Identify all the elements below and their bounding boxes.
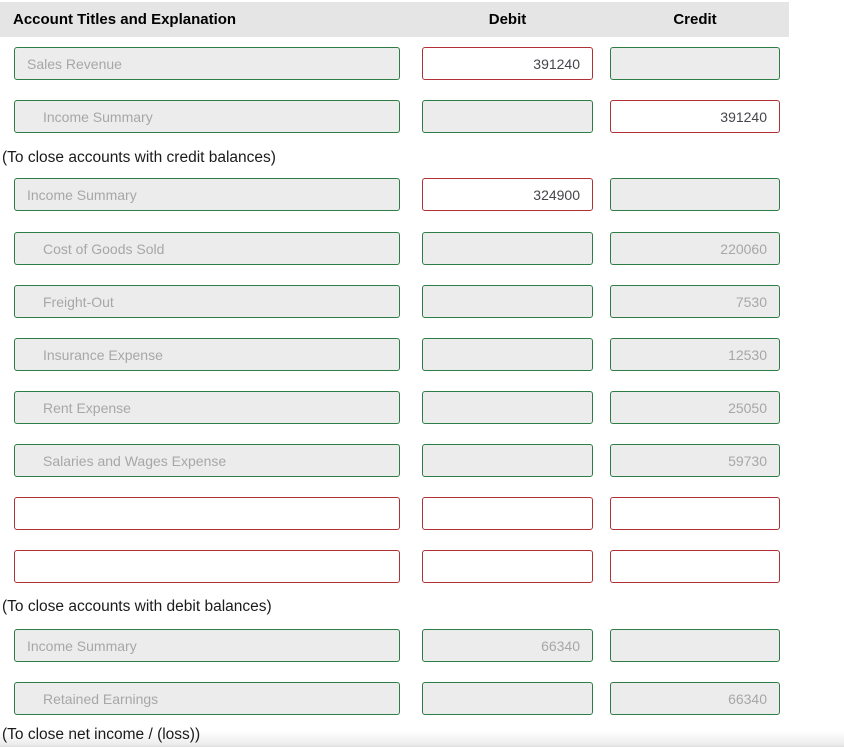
debit-amount-input: [422, 338, 593, 371]
account-title-input: [14, 391, 400, 424]
account-title-input[interactable]: [14, 497, 400, 530]
debit-amount-input: [422, 232, 593, 265]
account-title-input: [14, 629, 400, 662]
journal-entry-form: Account Titles and Explanation Debit Cre…: [0, 0, 844, 747]
table-row: [0, 47, 844, 80]
credit-amount-input: [610, 391, 780, 424]
debit-amount-input: [422, 100, 593, 133]
credit-amount-input: [610, 285, 780, 318]
column-header-credit: Credit: [673, 11, 717, 28]
table-row: [0, 550, 844, 583]
debit-amount-input: [422, 629, 593, 662]
account-title-input: [14, 47, 400, 80]
credit-amount-input[interactable]: [610, 100, 780, 133]
debit-amount-input[interactable]: [422, 550, 593, 583]
debit-amount-input[interactable]: [422, 497, 593, 530]
table-row: [0, 100, 844, 133]
table-row: [0, 629, 844, 662]
debit-amount-input[interactable]: [422, 178, 593, 211]
table-row: [0, 444, 844, 477]
table-row: [0, 285, 844, 318]
account-title-input: [14, 338, 400, 371]
table-row: [0, 682, 844, 715]
account-title-input: [14, 682, 400, 715]
account-title-input: [14, 444, 400, 477]
table-row: [0, 338, 844, 371]
table-row: [0, 178, 844, 211]
credit-amount-input[interactable]: [610, 497, 780, 530]
account-title-input: [14, 100, 400, 133]
debit-amount-input: [422, 444, 593, 477]
credit-amount-input: [610, 232, 780, 265]
debit-amount-input: [422, 682, 593, 715]
credit-amount-input: [610, 444, 780, 477]
table-row: [0, 391, 844, 424]
credit-amount-input: [610, 47, 780, 80]
credit-amount-input: [610, 629, 780, 662]
debit-amount-input: [422, 285, 593, 318]
debit-amount-input[interactable]: [422, 47, 593, 80]
entry-caption-net-income: (To close net income / (loss)): [2, 726, 201, 743]
account-title-input: [14, 232, 400, 265]
column-header-account: Account Titles and Explanation: [13, 11, 237, 28]
account-title-input: [14, 178, 400, 211]
credit-amount-input: [610, 178, 780, 211]
credit-amount-input: [610, 682, 780, 715]
account-title-input[interactable]: [14, 550, 400, 583]
credit-amount-input[interactable]: [610, 550, 780, 583]
debit-amount-input: [422, 391, 593, 424]
credit-amount-input: [610, 338, 780, 371]
account-title-input: [14, 285, 400, 318]
entry-caption-debit-balances: (To close accounts with debit balances): [2, 598, 272, 615]
table-row: [0, 497, 844, 530]
table-row: [0, 232, 844, 265]
column-header-debit: Debit: [488, 11, 527, 28]
entry-caption-credit-balances: (To close accounts with credit balances): [2, 149, 276, 166]
